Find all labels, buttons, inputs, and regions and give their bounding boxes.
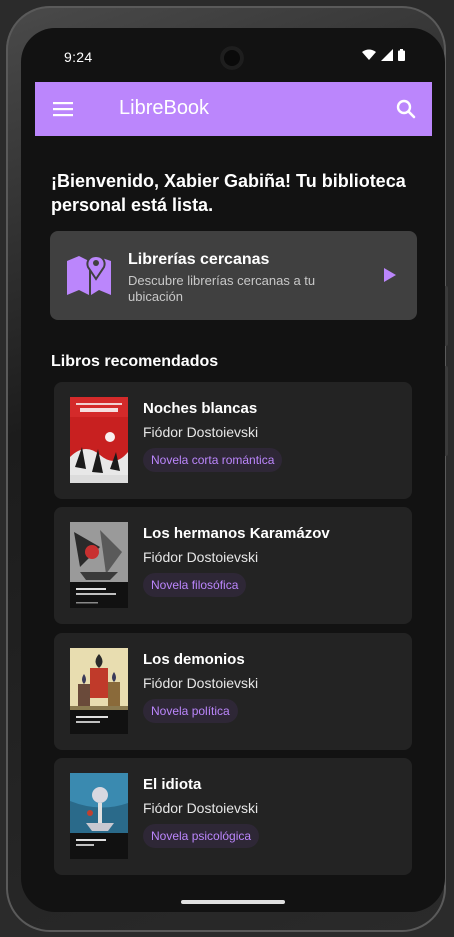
book-title: Los demonios — [143, 651, 245, 668]
signal-icon — [381, 49, 393, 61]
home-indicator[interactable] — [181, 900, 285, 904]
genre-badge: Novela filosófica — [143, 573, 247, 597]
phone-frame: 9:24 LibreBook ¡Bienvenido, Xabier Gabiñ… — [6, 6, 448, 932]
battery-icon — [398, 49, 405, 61]
status-bar: 9:24 — [21, 28, 445, 82]
book-cover — [70, 397, 128, 483]
book-author: Fiódor Dostoievski — [143, 800, 259, 816]
app-title: LibreBook — [119, 97, 210, 119]
genre-badge: Novela psicológica — [143, 824, 260, 848]
welcome-message: ¡Bienvenido, Xabier Gabiña! Tu bibliotec… — [51, 171, 406, 215]
book-card[interactable]: Los demonios Fiódor Dostoievski Novela p… — [54, 633, 412, 750]
book-title: El idiota — [143, 776, 202, 793]
book-author: Fiódor Dostoievski — [143, 424, 259, 440]
status-time: 9:24 — [64, 49, 93, 65]
arrow-right-icon — [384, 268, 396, 282]
screen: 9:24 LibreBook ¡Bienvenido, Xabier Gabiñ… — [21, 28, 445, 912]
nearby-title: Librerías cercanas — [128, 251, 270, 268]
book-card[interactable]: Los hermanos Karamázov Fiódor Dostoievsk… — [54, 507, 412, 624]
genre-badge: Novela corta romántica — [143, 448, 283, 472]
book-cover — [70, 522, 128, 608]
search-icon[interactable] — [394, 97, 418, 121]
book-card[interactable]: El idiota Fiódor Dostoievski Novela psic… — [54, 758, 412, 875]
app-bar: LibreBook — [35, 82, 432, 136]
nearby-description: Descubre librerías cercanas a tu ubicaci… — [128, 273, 316, 304]
book-cover — [70, 773, 128, 859]
status-icons — [362, 49, 405, 61]
book-cover — [70, 648, 128, 734]
section-title-recommended: Libros recomendados — [51, 353, 219, 370]
nearby-bookstores-card[interactable]: Librerías cercanas Descubre librerías ce… — [50, 231, 417, 320]
wifi-icon — [362, 49, 376, 60]
book-title: Los hermanos Karamázov — [143, 525, 330, 542]
book-author: Fiódor Dostoievski — [143, 675, 259, 691]
book-author: Fiódor Dostoievski — [143, 549, 259, 565]
book-card[interactable]: Noches blancas Fiódor Dostoievski Novela… — [54, 382, 412, 499]
front-camera — [220, 46, 244, 70]
menu-icon[interactable] — [52, 99, 74, 119]
genre-badge: Novela política — [143, 699, 238, 723]
map-icon — [67, 254, 111, 295]
book-title: Noches blancas — [143, 400, 258, 417]
